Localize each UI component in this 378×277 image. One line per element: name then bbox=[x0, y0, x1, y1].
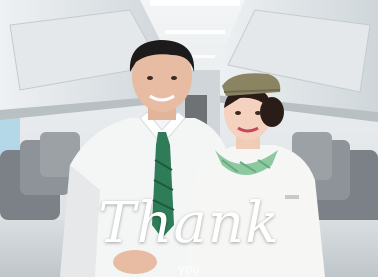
caption-subtitle: you bbox=[177, 262, 201, 276]
thank-caption: Thank bbox=[98, 191, 280, 256]
photo-scene: Thank you bbox=[0, 0, 378, 277]
